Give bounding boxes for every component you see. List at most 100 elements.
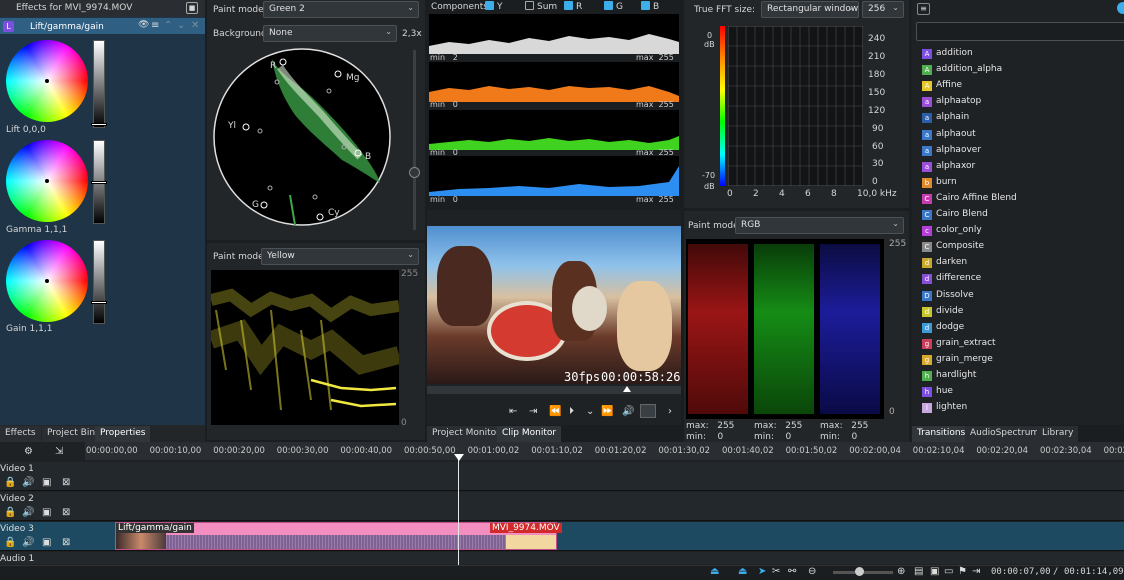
fft-window-select[interactable]: Rectangular window ⌄ — [761, 1, 859, 18]
rgb-parade-paint-mode-select[interactable]: RGB ⌄ — [735, 217, 904, 234]
waveform-paint-mode-select[interactable]: Yellow ⌄ — [261, 248, 419, 265]
timeline-tool-icon[interactable]: ⏏ — [710, 566, 719, 577]
tab-transitions[interactable]: Transitions — [912, 426, 971, 442]
lock-icon[interactable]: 🔒 — [4, 477, 16, 488]
save-icon[interactable]: ▤ — [914, 566, 923, 577]
list-item[interactable]: l lighten — [922, 402, 967, 416]
list-item[interactable]: d dodge — [922, 322, 964, 336]
audio-icon[interactable]: 🔊 — [22, 477, 34, 488]
composite-icon[interactable]: ⊠ — [62, 507, 70, 518]
histogram-check-b[interactable]: B — [641, 1, 659, 12]
effects-panel-menu-icon[interactable]: ■ — [186, 2, 198, 14]
list-item[interactable]: a alphaxor — [922, 161, 975, 175]
timeline-snap-icon[interactable]: ⇲ — [55, 446, 63, 457]
razor-tool-icon[interactable]: ✂ — [772, 566, 780, 577]
list-item[interactable]: C Cairo Affine Blend — [922, 193, 1017, 207]
fft-size-select[interactable]: 256 ⌄ — [862, 1, 904, 18]
list-item[interactable]: h hardlight — [922, 370, 976, 384]
video-icon[interactable]: ▣ — [42, 477, 51, 488]
list-item[interactable]: D Dissolve — [922, 290, 974, 304]
transitions-search-input[interactable] — [916, 22, 1124, 41]
menu-icon[interactable]: ≡ — [151, 20, 159, 31]
list-item[interactable]: b burn — [922, 177, 957, 191]
info-icon[interactable] — [1117, 2, 1124, 14]
checkbox-r[interactable] — [564, 1, 573, 10]
list-item[interactable]: a alphaout — [922, 129, 976, 143]
gamma-slider-handle[interactable] — [91, 181, 107, 184]
histogram-check-r[interactable]: R — [564, 1, 582, 12]
go-end-icon[interactable]: ⇥ — [972, 566, 980, 577]
delete-icon[interactable]: ✕ — [191, 20, 199, 31]
lock-icon[interactable]: 🔒 — [4, 507, 16, 518]
composite-icon[interactable]: ⊠ — [62, 477, 70, 488]
eye-icon[interactable]: 👁 — [138, 20, 149, 30]
checkbox-b[interactable] — [641, 1, 650, 10]
lift-slider[interactable] — [93, 40, 105, 128]
list-item[interactable]: Aaddition_alpha — [922, 64, 1002, 78]
play-menu-icon[interactable]: ⌄ — [586, 406, 594, 417]
play-icon[interactable]: ⏵ — [569, 406, 574, 417]
zoom-out-icon[interactable]: ⊖ — [808, 566, 816, 577]
vectorscope-zoom-handle[interactable] — [409, 167, 420, 178]
video-icon[interactable]: ▣ — [42, 507, 51, 518]
list-item[interactable]: a alphain — [922, 112, 969, 126]
playhead-marker[interactable] — [454, 454, 464, 461]
go-to-start-icon[interactable]: ⇤ — [509, 406, 517, 417]
list-item[interactable]: C Cairo Blend — [922, 209, 988, 223]
monitor-playhead-marker[interactable] — [623, 386, 631, 392]
audio-icon[interactable]: 🔊 — [22, 507, 34, 518]
monitor-more-icon[interactable]: › — [668, 406, 672, 417]
vectorscope-paint-mode-select[interactable]: Green 2 ⌄ — [263, 1, 419, 18]
video-icon[interactable]: ▣ — [42, 537, 51, 548]
histogram-check-y[interactable]: Y — [485, 1, 503, 12]
audio-icon[interactable]: 🔊 — [22, 537, 34, 548]
fit-icon[interactable]: ▭ — [944, 566, 953, 577]
vectorscope-zoom-slider[interactable] — [413, 50, 416, 230]
tab-clip-monitor[interactable]: Clip Monitor — [497, 426, 562, 442]
list-item[interactable]: A Affine — [922, 80, 962, 94]
lift-slider-handle[interactable] — [91, 123, 107, 126]
monitor-icon[interactable]: ▣ — [930, 566, 939, 577]
zoom-slider-handle[interactable] — [855, 567, 864, 576]
link-icon[interactable]: ⚯ — [788, 566, 796, 577]
monitor-scrubber[interactable] — [427, 386, 681, 394]
tab-project-monitor[interactable]: Project Monitor — [427, 426, 505, 442]
fast-forward-icon[interactable]: ⏩ — [601, 406, 613, 417]
histogram-check-g[interactable]: G — [604, 1, 623, 12]
gain-wheel-cursor[interactable] — [45, 279, 49, 283]
gamma-wheel-cursor[interactable] — [45, 179, 49, 183]
composite-icon[interactable]: ⊠ — [62, 537, 70, 548]
tab-project-bin[interactable]: Project Bin — [42, 426, 101, 442]
select-tool-icon[interactable]: ➤ — [758, 566, 766, 577]
list-item[interactable]: g grain_merge — [922, 354, 993, 368]
list-item[interactable]: c color_only — [922, 225, 982, 239]
list-item[interactable]: d darken — [922, 257, 967, 271]
timeline-playhead[interactable] — [458, 455, 459, 565]
gain-slider-handle[interactable] — [91, 301, 107, 304]
checkbox-g[interactable] — [604, 1, 613, 10]
list-item[interactable]: d divide — [922, 306, 963, 320]
go-to-end-icon[interactable]: ⇥ — [529, 406, 537, 417]
list-item[interactable]: a alphaatop — [922, 96, 981, 110]
chevron-down-icon[interactable]: ⌄ — [177, 20, 185, 31]
zoom-fit-icon[interactable] — [640, 404, 656, 418]
vectorscope-background-select[interactable]: None ⌄ — [263, 25, 397, 42]
tab-effects[interactable]: Effects — [0, 426, 41, 442]
spacer-tool-icon[interactable]: ⏏ — [738, 566, 747, 577]
marker-icon[interactable]: ⚑ — [958, 566, 967, 577]
histogram-check-sum[interactable]: Sum — [525, 1, 557, 12]
lift-wheel-cursor[interactable] — [45, 79, 49, 83]
list-item[interactable]: g grain_extract — [922, 338, 996, 352]
list-item[interactable]: h hue — [922, 386, 953, 400]
tab-library[interactable]: Library — [1037, 426, 1079, 442]
rewind-icon[interactable]: ⏪ — [549, 406, 561, 417]
list-item[interactable]: C Composite — [922, 241, 984, 255]
chevron-up-icon[interactable]: ⌃ — [164, 20, 172, 31]
list-item[interactable]: a alphaover — [922, 145, 981, 159]
volume-icon[interactable]: 🔊 — [622, 406, 634, 417]
list-item[interactable]: Aaddition — [922, 48, 973, 62]
list-item[interactable]: d difference — [922, 273, 981, 287]
gain-slider[interactable] — [93, 240, 105, 324]
zoom-in-icon[interactable]: ⊕ — [897, 566, 905, 577]
checkbox-sum[interactable] — [525, 1, 534, 10]
